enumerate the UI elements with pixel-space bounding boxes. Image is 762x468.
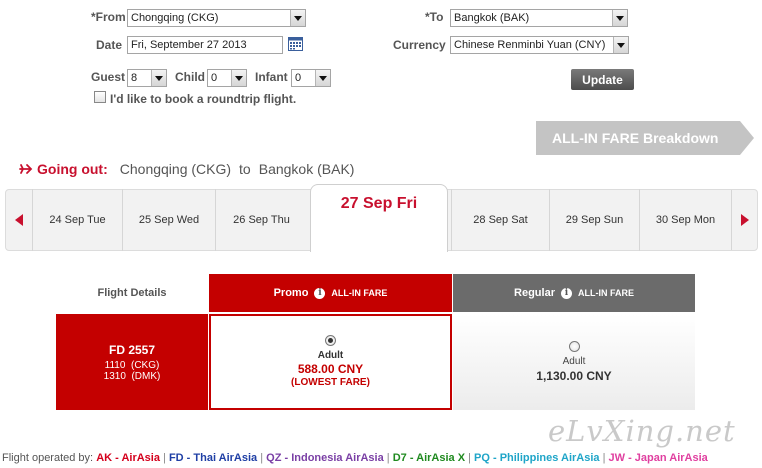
- chevron-down-icon: [231, 70, 246, 86]
- promo-allin-tag: ALL-IN FARE: [331, 288, 388, 298]
- to-label: *To: [425, 10, 444, 24]
- update-button[interactable]: Update: [571, 69, 634, 90]
- fare-breakdown-button[interactable]: ALL-IN FARE Breakdown: [536, 121, 754, 155]
- regular-fare-cell[interactable]: Adult 1,130.00 CNY: [453, 314, 695, 410]
- guest-select[interactable]: 8: [127, 69, 167, 87]
- footer-separator: |: [602, 452, 606, 464]
- footer-carrier-d7: D7 - AirAsia X: [392, 452, 466, 464]
- promo-header: Promo i ALL-IN FARE: [209, 274, 452, 312]
- chevron-down-icon: [290, 10, 305, 26]
- child-select-value: 0: [211, 72, 218, 84]
- footer-operators: Flight operated by: AK - AirAsia | FD - …: [2, 452, 708, 464]
- going-out-label: Going out:: [37, 161, 108, 177]
- regular-price: 1,130.00 CNY: [536, 369, 612, 383]
- roundtrip-checkbox[interactable]: [94, 91, 106, 103]
- promo-lowest-note: (LOWEST FARE): [291, 377, 370, 388]
- to-select[interactable]: Bangkok (BAK): [450, 9, 628, 27]
- chevron-down-icon: [315, 70, 330, 86]
- flight-info-cell: FD 2557 1110 (CKG) 1310 (DMK): [56, 314, 208, 410]
- footer-carrier-qz: QZ - Indonesia AirAsia: [266, 452, 384, 464]
- date-tab-25-sep[interactable]: 25 Sep Wed: [122, 189, 215, 251]
- footer-carrier-jw: JW - Japan AirAsia: [608, 452, 708, 464]
- date-tab-24-sep[interactable]: 24 Sep Tue: [32, 189, 122, 251]
- regular-header: Regular i ALL-IN FARE: [453, 274, 695, 312]
- promo-price: 588.00 CNY: [297, 362, 364, 376]
- fare-breakdown-body: ALL-IN FARE Breakdown: [536, 121, 740, 155]
- guest-select-value: 8: [131, 72, 138, 84]
- flight-arrive: 1310 (DMK): [103, 370, 161, 382]
- promo-pax-label: Adult: [317, 350, 344, 361]
- to-select-value: Bangkok (BAK): [454, 12, 530, 24]
- footer-separator: |: [163, 452, 166, 464]
- date-input-value: Fri, September 27 2013: [131, 39, 247, 51]
- chevron-down-icon: [613, 37, 628, 53]
- footer-separator: |: [386, 452, 390, 464]
- date-tab-26-sep[interactable]: 26 Sep Thu: [215, 189, 307, 251]
- from-select-value: Chongqing (CKG): [131, 12, 219, 24]
- currency-select[interactable]: Chinese Renminbi Yuan (CNY): [450, 36, 629, 54]
- from-select[interactable]: Chongqing (CKG): [127, 9, 306, 27]
- regular-pax-label: Adult: [562, 356, 586, 367]
- plane-icon: [19, 163, 33, 175]
- going-out-line: Going out: Chongqing (CKG) to Bangkok (B…: [19, 161, 354, 177]
- fare-breakdown-arrow: [740, 121, 754, 155]
- flight-depart: 1110 (CKG): [104, 359, 160, 371]
- chevron-right-icon: [740, 214, 749, 226]
- chevron-down-icon: [612, 10, 627, 26]
- date-tab-30-sep[interactable]: 30 Sep Mon: [639, 189, 731, 251]
- date-tab-label: 24 Sep Tue: [49, 214, 106, 226]
- calendar-icon[interactable]: [288, 37, 303, 51]
- footer-prefix: Flight operated by:: [2, 452, 94, 464]
- going-out-to: to: [239, 161, 251, 177]
- date-tab-label: 26 Sep Thu: [233, 214, 290, 226]
- chevron-left-icon: [15, 214, 23, 226]
- flight-number: FD 2557: [108, 342, 156, 357]
- child-select[interactable]: 0: [207, 69, 247, 87]
- going-out-destination: Bangkok (BAK): [258, 161, 355, 177]
- footer-separator: |: [260, 452, 264, 464]
- from-label: *From: [91, 10, 126, 24]
- infant-select-value: 0: [295, 72, 302, 84]
- promo-fare-radio[interactable]: [325, 335, 336, 346]
- selected-date-label: 27 Sep Fri: [340, 195, 418, 212]
- regular-fare-radio[interactable]: [568, 341, 580, 352]
- fare-breakdown-label: ALL-IN FARE Breakdown: [552, 130, 719, 146]
- footer-carrier-ak: AK - AirAsia: [96, 452, 160, 464]
- date-tab-29-sep[interactable]: 29 Sep Sun: [549, 189, 639, 251]
- infant-label: Infant: [255, 70, 288, 84]
- info-icon[interactable]: i: [560, 287, 572, 299]
- flight-details-header-label: Flight Details: [97, 287, 167, 299]
- update-button-label: Update: [582, 72, 623, 87]
- chevron-down-icon: [151, 70, 166, 86]
- going-out-origin: Chongqing (CKG): [119, 161, 232, 177]
- footer-carrier-fd: FD - Thai AirAsia: [168, 452, 258, 464]
- watermark: eLvXing.net: [548, 414, 736, 448]
- date-tab-label: 30 Sep Mon: [655, 214, 716, 226]
- flight-details-header: Flight Details: [56, 274, 208, 312]
- roundtrip-label: I'd like to book a roundtrip flight.: [110, 92, 297, 106]
- date-tab-label: 29 Sep Sun: [565, 214, 624, 226]
- date-tab-28-sep[interactable]: 28 Sep Sat: [451, 189, 549, 251]
- date-label: Date: [96, 38, 123, 52]
- date-tab-label: 25 Sep Wed: [138, 214, 200, 226]
- date-tab-label: 28 Sep Sat: [473, 214, 528, 226]
- promo-header-label: Promo: [273, 287, 309, 299]
- currency-label: Currency: [393, 38, 446, 52]
- regular-allin-tag: ALL-IN FARE: [577, 288, 634, 298]
- footer-separator: |: [468, 452, 471, 464]
- child-label: Child: [175, 70, 205, 84]
- info-icon[interactable]: i: [314, 287, 326, 299]
- footer-carrier-pq: PQ - Philippines AirAsia: [474, 452, 600, 464]
- infant-select[interactable]: 0: [291, 69, 331, 87]
- previous-dates-button[interactable]: [6, 190, 32, 250]
- date-input[interactable]: Fri, September 27 2013: [127, 36, 283, 54]
- promo-fare-cell[interactable]: Adult 588.00 CNY (LOWEST FARE): [209, 314, 452, 410]
- date-tab-selected[interactable]: 27 Sep Fri: [310, 184, 448, 252]
- next-dates-button[interactable]: [731, 190, 757, 250]
- currency-select-value: Chinese Renminbi Yuan (CNY): [454, 39, 606, 51]
- regular-header-label: Regular: [514, 287, 555, 299]
- guest-label: Guest: [91, 70, 126, 84]
